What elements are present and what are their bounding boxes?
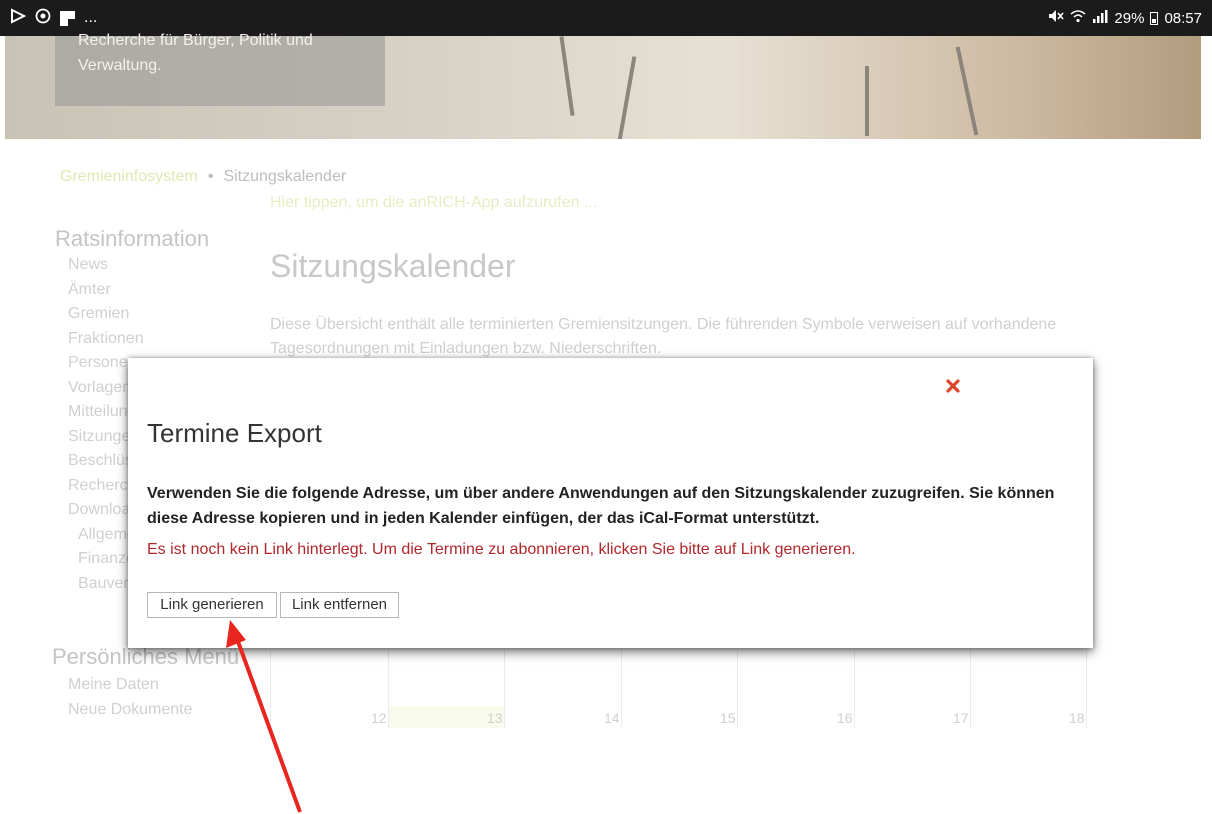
battery-percent: 29%: [1114, 9, 1145, 27]
status-bar-left: ...: [10, 8, 97, 28]
calendar-day[interactable]: 17: [953, 710, 969, 726]
calendar-column: [1086, 650, 1087, 728]
personal-menu-item-my-data[interactable]: Meine Daten: [68, 673, 193, 698]
sidebar-title: Ratsinformation: [55, 226, 210, 251]
calendar-day[interactable]: 13: [487, 710, 503, 726]
generate-link-button[interactable]: Link generieren: [147, 592, 277, 618]
header-tagline-line1: Recherche für Bürger, Politik und: [78, 32, 313, 49]
chair-leg-decor: [955, 46, 979, 136]
personal-menu: Meine Daten Neue Dokumente: [68, 673, 193, 722]
flipboard-icon: [60, 10, 75, 26]
page-intro: Diese Übersicht enthält alle terminierte…: [270, 316, 1057, 357]
signal-icon: [1092, 9, 1108, 27]
dialog-title: Termine Export: [147, 418, 322, 448]
chair-leg-decor: [617, 56, 637, 139]
calendar-day[interactable]: 14: [604, 710, 620, 726]
calendar-day[interactable]: 16: [837, 710, 853, 726]
calendar-column: [621, 650, 622, 728]
breadcrumb: Gremieninfosystem • Sitzungskalender: [60, 168, 346, 186]
app-link[interactable]: Hier tippen, um die anRICH-App aufzurufe…: [270, 194, 597, 212]
chair-leg-decor: [865, 66, 869, 136]
play-store-icon: [10, 8, 27, 28]
dialog-description: Verwenden Sie die folgende Adresse, um ü…: [147, 485, 1055, 527]
calendar-column: [970, 650, 971, 728]
close-icon[interactable]: [944, 378, 962, 396]
clock: 08:57: [1164, 9, 1202, 27]
calendar-column: [388, 650, 389, 728]
header-tagline-line2: Verwaltung.: [78, 57, 162, 74]
wifi-icon: [1070, 9, 1086, 27]
calendar-day[interactable]: 15: [720, 710, 736, 726]
more-notifications-text: ...: [84, 9, 98, 26]
chair-leg-decor: [559, 36, 575, 116]
breadcrumb-current: Sitzungskalender: [223, 168, 347, 185]
remove-link-button[interactable]: Link entfernen: [280, 592, 399, 618]
page-title: Sitzungskalender: [270, 248, 516, 284]
sidebar-item-gremien[interactable]: Gremien: [68, 302, 184, 327]
calendar-column: [504, 650, 505, 728]
calendar-day[interactable]: 12: [371, 710, 387, 726]
sidebar-item-news[interactable]: News: [68, 253, 184, 278]
no-link-warning: Es ist noch kein Link hinterlegt. Um die…: [147, 541, 856, 558]
battery-icon: [1150, 11, 1159, 25]
breadcrumb-separator: •: [207, 168, 214, 185]
calendar-column: [737, 650, 738, 728]
calendar-day[interactable]: 18: [1069, 710, 1085, 726]
calendar-column: [854, 650, 855, 728]
personal-menu-item-new-documents[interactable]: Neue Dokumente: [68, 698, 193, 723]
status-bar-right: 29% 08:57: [1048, 9, 1202, 27]
sidebar-item-aemter[interactable]: Ämter: [68, 278, 184, 303]
breadcrumb-root-link[interactable]: Gremieninfosystem: [60, 168, 198, 185]
calendar-column: [270, 650, 271, 728]
circle-app-icon: [35, 8, 51, 28]
mute-icon: [1048, 9, 1065, 27]
sidebar-item-fraktionen[interactable]: Fraktionen: [68, 327, 184, 352]
